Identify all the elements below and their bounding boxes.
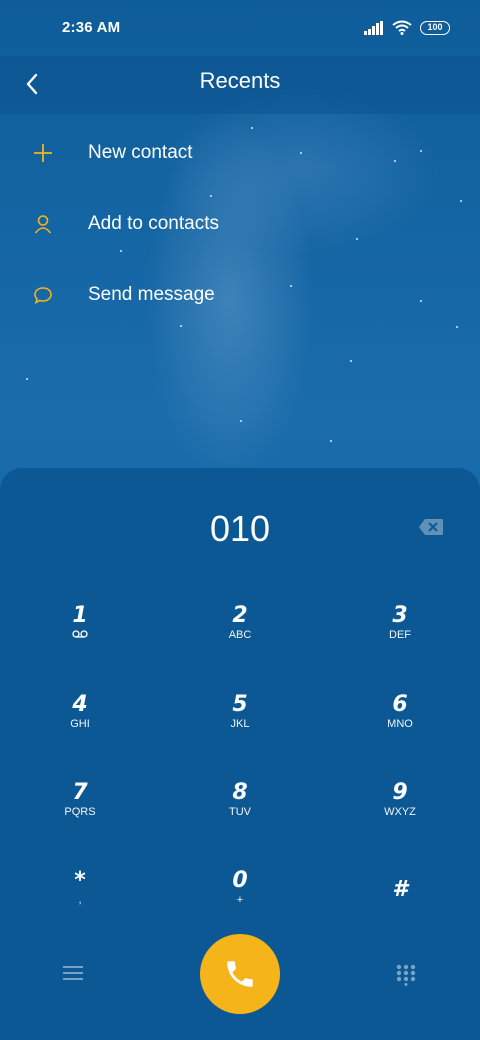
dial-key-0[interactable]: 0 + bbox=[180, 869, 300, 939]
person-icon bbox=[30, 211, 56, 237]
dial-key-star[interactable]: * , bbox=[20, 869, 140, 939]
battery-level: 100 bbox=[427, 22, 443, 32]
send-message-label: Send message bbox=[88, 284, 215, 305]
new-contact-label: New contact bbox=[88, 142, 193, 163]
dial-key-7[interactable]: 7 PQRS bbox=[20, 781, 140, 851]
dial-key-8[interactable]: 8 TUV bbox=[180, 781, 300, 851]
key-letters: MNO bbox=[387, 718, 413, 730]
add-to-contacts-label: Add to contacts bbox=[88, 213, 219, 234]
key-digit: 2 bbox=[232, 603, 248, 628]
wifi-icon bbox=[392, 20, 412, 35]
page-title: Recents bbox=[199, 68, 281, 93]
phone-icon bbox=[227, 961, 253, 987]
dial-key-hash[interactable]: # bbox=[340, 878, 460, 948]
dial-key-4[interactable]: 4 GHI bbox=[20, 693, 140, 763]
key-digit: 8 bbox=[232, 780, 248, 805]
key-letters: , bbox=[78, 894, 82, 906]
key-digit: 1 bbox=[72, 603, 88, 628]
dialpad-toggle-button[interactable] bbox=[388, 957, 424, 993]
signal-icon bbox=[364, 20, 383, 35]
plus-icon bbox=[30, 140, 56, 166]
key-letters: GHI bbox=[70, 718, 90, 730]
backspace-icon[interactable] bbox=[418, 518, 444, 536]
key-digit: 9 bbox=[392, 780, 408, 805]
key-letters: JKL bbox=[230, 718, 250, 730]
dialed-number: 010 bbox=[209, 508, 271, 549]
send-message-action[interactable]: Send message bbox=[0, 265, 480, 325]
status-time: 2:36 AM bbox=[62, 19, 121, 36]
dial-key-2[interactable]: 2 ABC bbox=[180, 604, 300, 674]
dial-key-9[interactable]: 9 WXYZ bbox=[340, 781, 460, 851]
key-digit: # bbox=[392, 877, 408, 902]
key-digit: 6 bbox=[392, 692, 408, 717]
key-digit: 4 bbox=[72, 692, 88, 717]
key-letters: WXYZ bbox=[384, 806, 416, 818]
key-letters: TUV bbox=[229, 806, 251, 818]
top-app-bar: Recents bbox=[0, 56, 480, 114]
new-contact-action[interactable]: New contact bbox=[0, 123, 480, 183]
key-digit: 7 bbox=[72, 780, 88, 805]
key-letters: + bbox=[236, 894, 244, 906]
menu-button[interactable] bbox=[55, 955, 91, 991]
key-digit: 5 bbox=[232, 692, 248, 717]
key-digit: * bbox=[74, 868, 86, 893]
dial-key-3[interactable]: 3 DEF bbox=[340, 604, 460, 674]
call-button[interactable] bbox=[200, 934, 280, 1014]
status-bar: 2:36 AM 100 bbox=[0, 0, 480, 56]
dial-key-6[interactable]: 6 MNO bbox=[340, 693, 460, 763]
battery-indicator: 100 bbox=[420, 20, 450, 35]
dial-key-5[interactable]: 5 JKL bbox=[180, 693, 300, 763]
key-digit: 3 bbox=[392, 603, 408, 628]
add-to-contacts-action[interactable]: Add to contacts bbox=[0, 194, 480, 254]
dialpad-grid-icon bbox=[396, 964, 416, 986]
key-digit: 0 bbox=[232, 868, 248, 893]
key-letters: PQRS bbox=[64, 806, 96, 818]
hamburger-menu-icon bbox=[63, 966, 83, 980]
key-letters: ABC bbox=[228, 629, 252, 641]
dial-key-1[interactable]: 1 bbox=[20, 604, 140, 674]
voicemail-icon bbox=[72, 630, 88, 638]
key-letters: DEF bbox=[389, 629, 411, 641]
chat-bubble-icon bbox=[30, 282, 56, 308]
